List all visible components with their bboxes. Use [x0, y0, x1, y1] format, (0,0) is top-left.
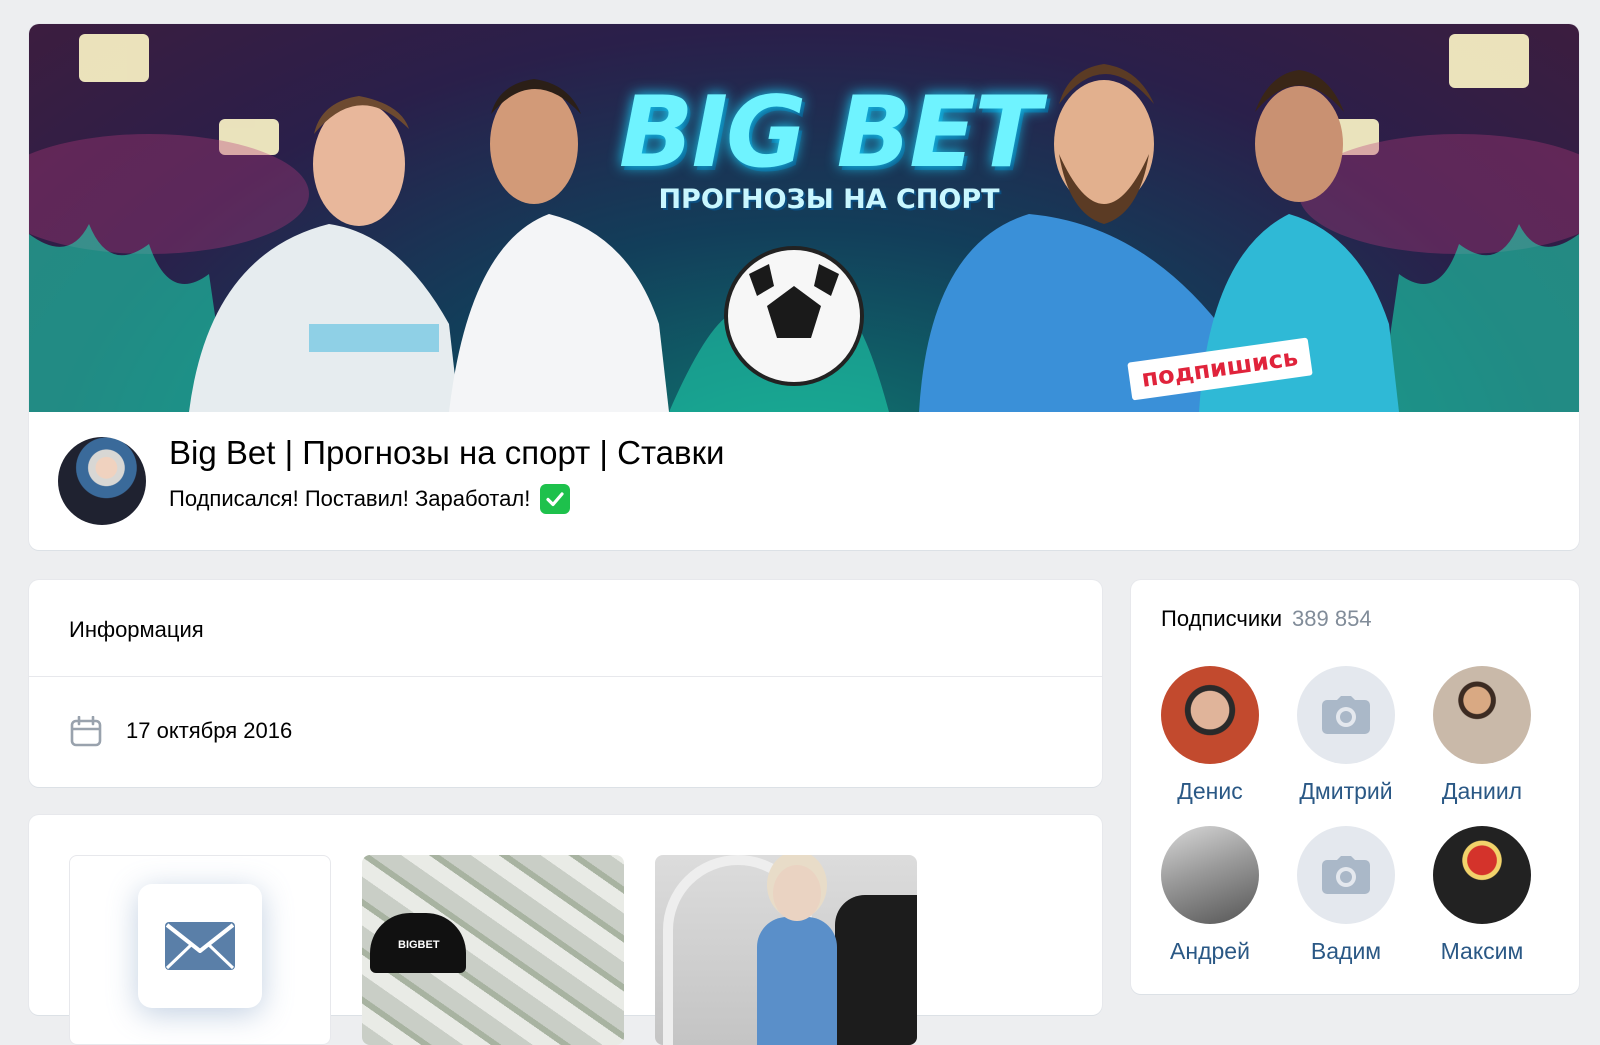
- group-header-card: BIG BET ПРОГНОЗЫ НА СПОРТ подпишись Big …: [29, 24, 1579, 550]
- avatar: [1433, 666, 1531, 764]
- person-head: [773, 865, 821, 921]
- cover-subtitle: ПРОГНОЗЫ НА СПОРТ: [658, 184, 1000, 215]
- subscribers-count: 389 854: [1292, 606, 1372, 631]
- media-card: BIGBET: [29, 815, 1102, 1045]
- cover-title: BIG BET: [618, 76, 1041, 190]
- photo-girl-tile[interactable]: [655, 855, 917, 1045]
- calendar-icon: [69, 715, 103, 753]
- check-mark-icon: [540, 484, 571, 514]
- subscriber-item[interactable]: Андрей: [1145, 826, 1275, 965]
- group-avatar[interactable]: [58, 437, 146, 525]
- info-card: Информация 17 октября 2016: [29, 580, 1102, 787]
- avatar: [1161, 666, 1259, 764]
- dark-shape: [835, 895, 917, 1045]
- photo-money-tile[interactable]: BIGBET: [362, 855, 624, 1045]
- subscriber-item[interactable]: Денис: [1145, 666, 1275, 805]
- cover-image[interactable]: BIG BET ПРОГНОЗЫ НА СПОРТ подпишись: [29, 24, 1579, 412]
- subscriber-item[interactable]: Вадим: [1281, 826, 1411, 965]
- avatar: [1433, 826, 1531, 924]
- divider: [29, 676, 1102, 677]
- camera-icon: [1297, 826, 1395, 924]
- subscriber-name: Андрей: [1170, 938, 1250, 964]
- cap-image: BIGBET: [370, 913, 466, 973]
- group-name: Big Bet | Прогнозы на спорт | Ставки: [169, 434, 725, 471]
- founded-date: 17 октября 2016: [126, 718, 293, 743]
- subscriber-item[interactable]: Даниил: [1417, 666, 1547, 805]
- info-title[interactable]: Информация: [69, 617, 204, 643]
- status-text: Подписался! Поставил! Заработал!: [169, 486, 531, 511]
- subscriber-name: Вадим: [1310, 938, 1382, 964]
- subscriber-name: Максим: [1440, 938, 1524, 964]
- subscriber-item[interactable]: Максим: [1417, 826, 1547, 965]
- camera-icon: [1297, 666, 1395, 764]
- group-status: Подписался! Поставил! Заработал!: [169, 484, 571, 514]
- envelope-icon: [138, 884, 262, 1008]
- subscriber-item[interactable]: Дмитрий: [1281, 666, 1411, 805]
- person-body: [757, 917, 837, 1045]
- avatar: [1161, 826, 1259, 924]
- subscriber-name: Денис: [1177, 778, 1243, 804]
- subscriber-name: Даниил: [1441, 778, 1523, 804]
- subscribers-header[interactable]: Подписчики 389 854: [1161, 606, 1372, 632]
- subscriber-name: Дмитрий: [1299, 778, 1393, 804]
- cap-text: BIGBET: [398, 939, 440, 951]
- subscribers-card: Подписчики 389 854 Денис Дмитрий Даниил А…: [1131, 580, 1579, 994]
- subscribers-title: Подписчики: [1161, 606, 1283, 631]
- message-tile[interactable]: [69, 855, 331, 1045]
